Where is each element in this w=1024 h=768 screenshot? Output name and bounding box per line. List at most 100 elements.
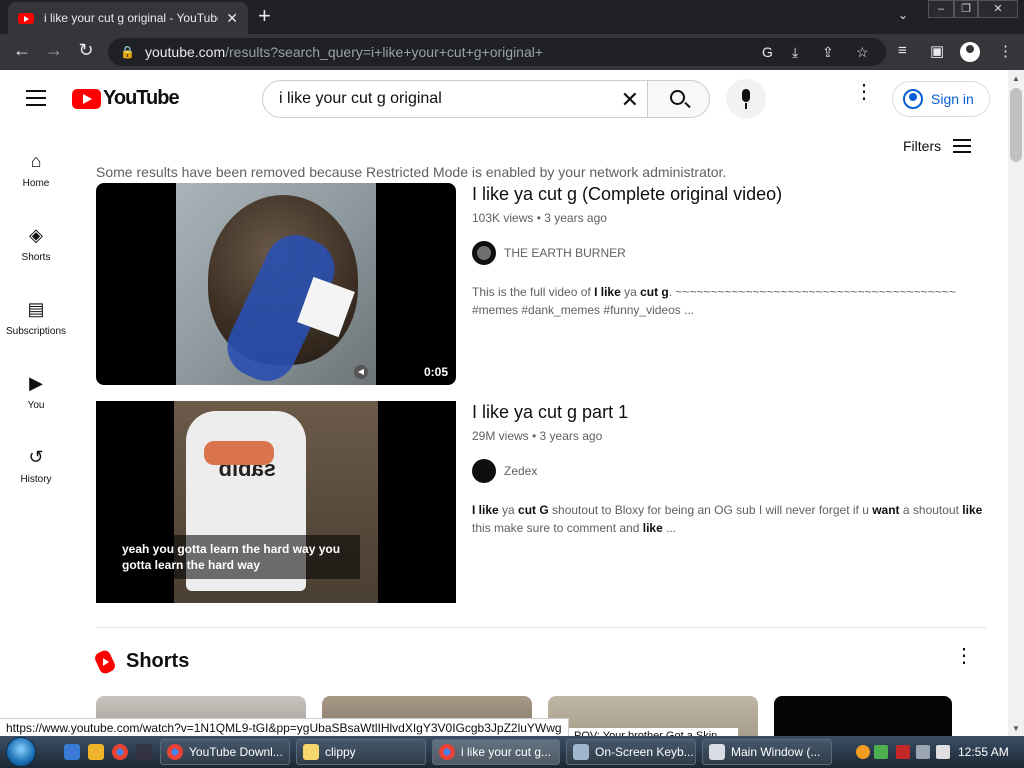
- url-host: youtube.com: [144, 44, 226, 60]
- shorts-icon: ◈: [29, 225, 43, 245]
- taskbar-item[interactable]: clippy: [296, 739, 426, 765]
- taskbar-item-active[interactable]: i like your cut g...: [432, 739, 560, 765]
- chrome-icon: [439, 744, 455, 760]
- channel-avatar[interactable]: [472, 241, 496, 265]
- video-result[interactable]: sabib yeah you gotta learn the hard way …: [96, 401, 986, 603]
- taskbar-item[interactable]: Main Window (...: [702, 739, 832, 765]
- youtube-logo[interactable]: YouTube: [72, 87, 180, 110]
- profile-avatar-icon[interactable]: [960, 42, 980, 62]
- sign-in-label: Sign in: [931, 91, 974, 107]
- youtube-header: YouTube ✕ ⋮ Sign in: [0, 70, 1008, 126]
- channel-row[interactable]: THE EARTH BURNER: [472, 241, 984, 265]
- video-info: I like ya cut g (Complete original video…: [472, 183, 984, 319]
- share-icon[interactable]: ⇪: [822, 44, 834, 61]
- close-window-button[interactable]: ✕: [978, 0, 1018, 18]
- forward-arrow-icon[interactable]: →: [42, 40, 66, 61]
- channel-name[interactable]: Zedex: [504, 464, 537, 478]
- video-meta: 103K views • 3 years ago: [472, 211, 607, 225]
- search-button[interactable]: [647, 80, 710, 118]
- voice-search-mic-icon[interactable]: [726, 79, 766, 119]
- filters-button[interactable]: Filters: [903, 135, 972, 157]
- browser-menu-icon[interactable]: ⋮: [998, 42, 1013, 60]
- link-status-url: https://www.youtube.com/watch?v=1N1QML9-…: [0, 718, 569, 738]
- youtube-play-icon: [72, 88, 101, 109]
- sidebar-item-label: Home: [22, 178, 50, 189]
- channel-avatar[interactable]: [472, 459, 496, 483]
- sidebar-item-label: You: [27, 400, 45, 411]
- subscriptions-icon: ▤: [27, 299, 45, 319]
- video-info: I like ya cut g part 1 29M views • 3 yea…: [472, 401, 984, 537]
- channel-name[interactable]: THE EARTH BURNER: [504, 246, 626, 260]
- folder-quicklaunch-icon[interactable]: [88, 744, 104, 760]
- shorts-header: Shorts: [96, 650, 189, 673]
- browser-toolbar: ← → ↻ 🔒 youtube.com /results?search_quer…: [0, 34, 1024, 70]
- address-bar[interactable]: 🔒 youtube.com /results?search_query=i+li…: [108, 38, 886, 66]
- display-tray-icon[interactable]: [916, 745, 930, 759]
- mute-icon[interactable]: ◀: [354, 365, 368, 379]
- search-tray-icon[interactable]: [856, 745, 870, 759]
- install-app-icon[interactable]: ⤓: [792, 44, 798, 61]
- app-quicklaunch-icon[interactable]: [136, 744, 152, 760]
- windows-taskbar: YouTube Downl... clippy i like your cut …: [0, 736, 1024, 768]
- new-tab-button[interactable]: +: [258, 5, 271, 27]
- channel-row[interactable]: Zedex: [472, 459, 984, 483]
- sign-in-button[interactable]: Sign in: [892, 81, 990, 117]
- reading-list-icon[interactable]: ≡: [898, 42, 907, 59]
- sidebar-item-subscriptions[interactable]: ▤ Subscriptions: [0, 298, 72, 337]
- youtube-favicon-icon: [18, 12, 34, 24]
- video-title[interactable]: I like ya cut g (Complete original video…: [472, 184, 984, 205]
- start-button-icon[interactable]: [6, 737, 36, 767]
- shorts-logo-icon: [96, 651, 114, 673]
- filter-sliders-icon: [953, 135, 972, 157]
- lock-icon: 🔒: [120, 45, 135, 59]
- restore-window-button[interactable]: ❐: [954, 0, 978, 18]
- window-icon: [709, 744, 725, 760]
- sidebar-item-label: Shorts: [21, 252, 51, 263]
- scroll-up-arrow-icon[interactable]: ▲: [1012, 74, 1020, 83]
- video-thumbnail[interactable]: ◀ 0:05: [96, 183, 456, 385]
- history-icon: ↺: [28, 447, 44, 467]
- taskbar-clock[interactable]: 12:55 AM: [958, 745, 1009, 759]
- video-thumbnail[interactable]: sabib yeah you gotta learn the hard way …: [96, 401, 456, 603]
- shorts-menu-icon[interactable]: ⋮: [954, 646, 974, 666]
- browser-tab-active[interactable]: i like your cut g original - YouTube ✕: [8, 2, 248, 34]
- security-tray-icon[interactable]: [896, 745, 910, 759]
- google-lens-icon[interactable]: G: [762, 44, 773, 60]
- search-input[interactable]: [279, 90, 599, 108]
- taskbar-item[interactable]: YouTube Downl...: [160, 739, 290, 765]
- sidebar-item-home[interactable]: ⌂ Home: [0, 150, 72, 189]
- video-caption-overlay: yeah you gotta learn the hard way you go…: [114, 535, 360, 579]
- clear-search-icon[interactable]: ✕: [621, 87, 639, 113]
- page-scrollbar[interactable]: ▲ ▼: [1008, 70, 1024, 736]
- filters-label: Filters: [903, 138, 942, 154]
- search-icon: [670, 90, 685, 105]
- tab-close-icon[interactable]: ✕: [226, 10, 238, 27]
- sidebar-item-you[interactable]: ▶ You: [0, 372, 72, 411]
- tab-title: i like your cut g original - YouTube: [44, 11, 219, 25]
- tab-search-chevron-icon[interactable]: ⌄: [898, 8, 908, 22]
- ie-quicklaunch-icon[interactable]: [64, 744, 80, 760]
- folder-icon: [303, 744, 319, 760]
- video-title[interactable]: I like ya cut g part 1: [472, 402, 984, 423]
- side-panel-icon[interactable]: ▣: [930, 42, 944, 60]
- scrollbar-thumb[interactable]: [1010, 88, 1022, 162]
- minimize-window-button[interactable]: –: [928, 0, 954, 18]
- back-arrow-icon[interactable]: ←: [10, 40, 34, 61]
- scroll-down-arrow-icon[interactable]: ▼: [1012, 724, 1020, 733]
- network-tray-icon[interactable]: [874, 745, 888, 759]
- video-duration: 0:05: [423, 365, 448, 379]
- shorts-title: Shorts: [126, 650, 190, 672]
- chrome-quicklaunch-icon[interactable]: [112, 744, 128, 760]
- sidebar-item-shorts[interactable]: ◈ Shorts: [0, 224, 72, 263]
- search-box[interactable]: ✕: [262, 80, 648, 118]
- volume-muted-tray-icon[interactable]: [936, 745, 950, 759]
- reload-icon[interactable]: ↻: [74, 40, 98, 61]
- video-result[interactable]: ◀ 0:05 I like ya cut g (Complete origina…: [96, 183, 986, 385]
- url-path: /results?search_query=i+like+your+cut+g+…: [225, 44, 544, 60]
- taskbar-item[interactable]: On-Screen Keyb...: [566, 739, 696, 765]
- guide-menu-icon[interactable]: [26, 90, 46, 111]
- bookmark-star-icon[interactable]: ☆: [856, 44, 869, 61]
- thumbnail-hands: [204, 441, 274, 465]
- settings-kebab-icon[interactable]: ⋮: [854, 82, 874, 102]
- sidebar-item-history[interactable]: ↺ History: [0, 446, 72, 485]
